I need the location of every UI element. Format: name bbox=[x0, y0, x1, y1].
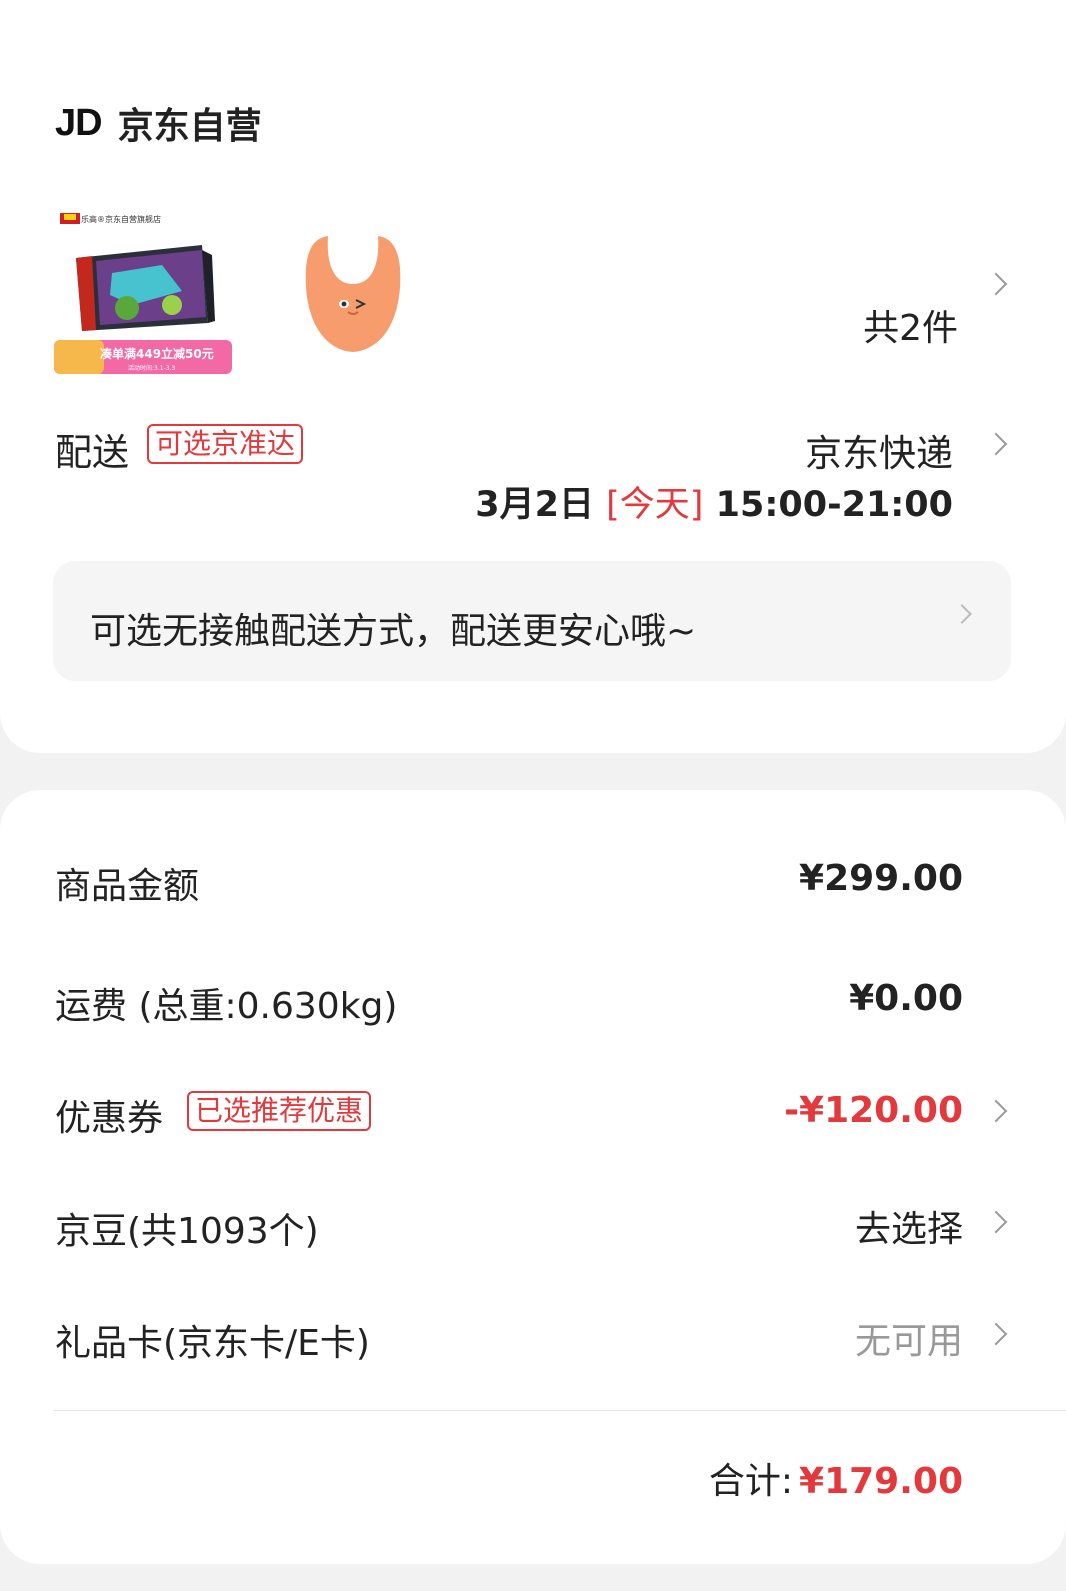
shipping-value: ¥0.00 bbox=[849, 978, 963, 1019]
lego-promo-subtext: 活动时间:3.1-3.3 bbox=[128, 364, 175, 372]
jingdou-label: 京豆(共1093个) bbox=[55, 1211, 319, 1252]
product-thumbnail-bib[interactable] bbox=[298, 228, 408, 358]
lego-shop-label: 乐高®京东自营旗舰店 bbox=[81, 214, 161, 224]
goods-amount-label: 商品金额 bbox=[55, 866, 200, 907]
store-name: 京东自营 bbox=[117, 106, 262, 147]
delivery-time[interactable]: 3月2日 [今天] 15:00-21:00 bbox=[475, 476, 953, 527]
item-count-row[interactable]: 共2件 bbox=[863, 300, 1004, 350]
baby-bib-image bbox=[305, 234, 401, 352]
delivery-method[interactable]: 京东快递 bbox=[805, 423, 953, 477]
shipping-weight: (总重:0.630kg) bbox=[138, 986, 398, 1027]
shipping-label-text: 运费 bbox=[55, 986, 128, 1027]
coupon-tag: 已选推荐优惠 bbox=[187, 1091, 372, 1131]
delivery-today: [今天] bbox=[606, 485, 704, 525]
total-row: 合计: ¥179.00 bbox=[709, 1452, 963, 1504]
jingzhunda-tag: 可选京准达 bbox=[147, 424, 304, 464]
jingdou-value[interactable]: 去选择 bbox=[855, 1200, 963, 1252]
delivery-date: 3月2日 bbox=[475, 485, 594, 525]
contactless-delivery-text: 可选无接触配送方式，配送更安心哦~ bbox=[90, 611, 697, 652]
delivery-label: 配送 bbox=[55, 431, 129, 474]
delivery-time-window: 15:00-21:00 bbox=[715, 485, 953, 525]
product-thumbnail-lego[interactable]: 乐高®京东自营旗舰店 凑单满449立减50元 活动时间:3.1-3.3 bbox=[52, 210, 234, 381]
coupon-value[interactable]: -¥120.00 bbox=[784, 1090, 963, 1131]
store-header: JD 京东自营 bbox=[55, 98, 262, 148]
coupon-label: 优惠券 bbox=[55, 1098, 164, 1139]
divider bbox=[53, 1410, 1066, 1411]
item-count: 共2件 bbox=[863, 308, 958, 349]
giftcard-label: 礼品卡(京东卡/E卡) bbox=[55, 1323, 370, 1364]
total-label: 合计: bbox=[708, 1461, 794, 1502]
lego-box-image: 乐高®京东自营旗舰店 凑单满449立减50元 活动时间:3.1-3.3 bbox=[54, 210, 232, 374]
total-value: ¥179.00 bbox=[799, 1461, 963, 1502]
goods-amount-value: ¥299.00 bbox=[799, 858, 963, 899]
shipping-label: 运费 (总重:0.630kg) bbox=[55, 977, 397, 1029]
jd-logo: JD bbox=[55, 101, 103, 144]
giftcard-value[interactable]: 无可用 bbox=[855, 1312, 963, 1364]
lego-promo-text: 凑单满449立减50元 bbox=[100, 346, 214, 361]
